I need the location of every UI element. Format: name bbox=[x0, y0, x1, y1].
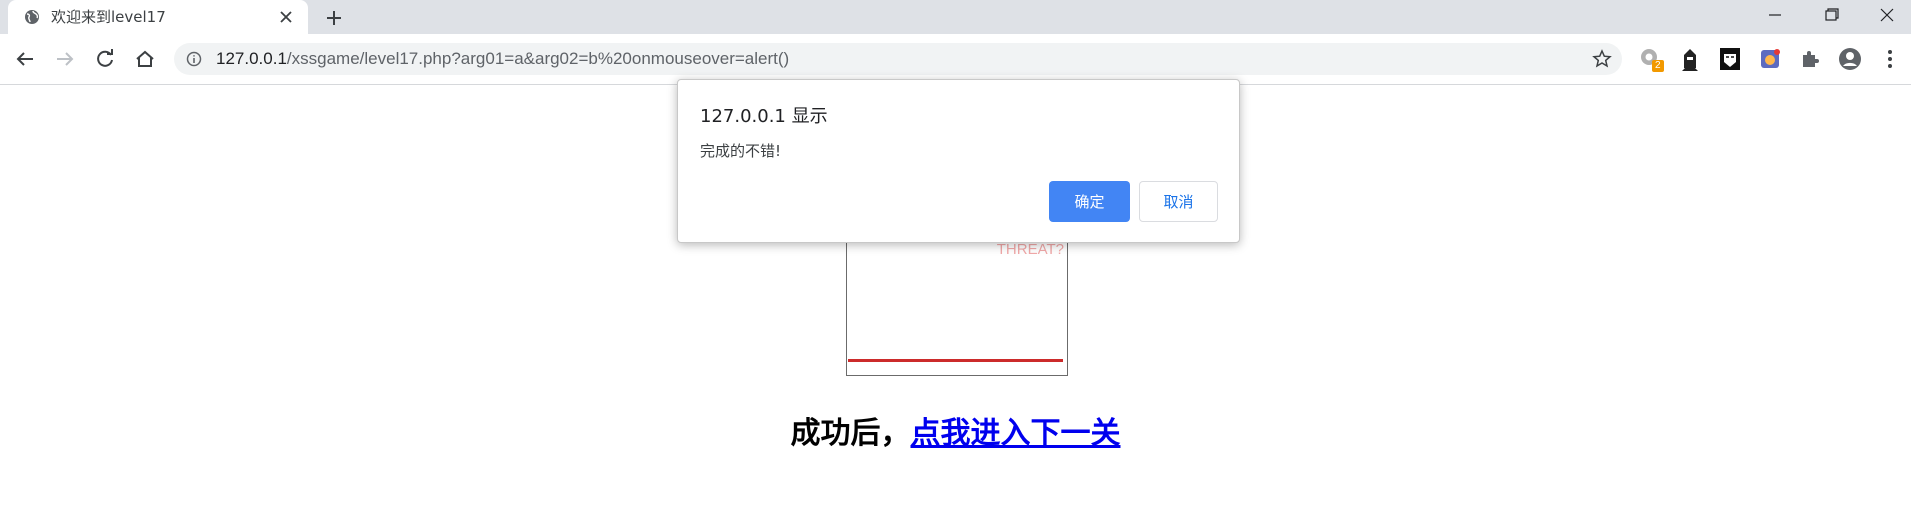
threat-text: THREAT? bbox=[996, 241, 1064, 258]
address-bar[interactable]: 127.0.0.1/xssgame/level17.php?arg01=a&ar… bbox=[174, 43, 1622, 75]
home-icon[interactable] bbox=[133, 47, 157, 71]
new-tab-icon[interactable] bbox=[322, 6, 346, 30]
back-icon[interactable] bbox=[13, 47, 37, 71]
dialog-title: 127.0.0.1 显示 bbox=[700, 106, 828, 127]
minimize-icon[interactable] bbox=[1760, 4, 1790, 26]
close-tab-icon[interactable] bbox=[276, 7, 296, 27]
dialog-cancel-button[interactable]: 取消 bbox=[1139, 181, 1218, 222]
tab-strip: 欢迎来到level17 bbox=[0, 0, 1911, 34]
url-text[interactable]: 127.0.0.1/xssgame/level17.php?arg01=a&ar… bbox=[216, 43, 789, 75]
url-host: 127.0.0.1 bbox=[216, 49, 287, 68]
forward-icon[interactable] bbox=[53, 47, 77, 71]
success-message: 成功后，点我进入下一关 bbox=[0, 408, 1911, 452]
more-menu-icon[interactable] bbox=[1877, 46, 1903, 72]
dialog-ok-button[interactable]: 确定 bbox=[1049, 181, 1130, 222]
browser-tab[interactable]: 欢迎来到level17 bbox=[8, 0, 308, 34]
red-line bbox=[848, 359, 1063, 362]
close-window-icon[interactable] bbox=[1872, 4, 1902, 26]
browser-toolbar: 127.0.0.1/xssgame/level17.php?arg01=a&ar… bbox=[0, 34, 1911, 85]
puzzle-extensions-icon[interactable] bbox=[1797, 46, 1823, 72]
mask-extension-icon[interactable] bbox=[1717, 46, 1743, 72]
extension-badge-icon[interactable]: 2 bbox=[1638, 46, 1664, 72]
url-path: /xssgame/level17.php?arg01=a&arg02=b%20o… bbox=[286, 49, 790, 68]
tab-title: 欢迎来到level17 bbox=[51, 8, 166, 26]
restore-icon[interactable] bbox=[1816, 4, 1846, 26]
success-prefix: 成功后， bbox=[790, 416, 911, 451]
bookmark-star-icon[interactable] bbox=[1592, 49, 1612, 69]
site-info-icon[interactable] bbox=[186, 51, 202, 67]
dialog-message: 完成的不错! bbox=[700, 142, 782, 160]
colorful-extension-icon[interactable] bbox=[1757, 46, 1783, 72]
extension-badge-count: 2 bbox=[1652, 60, 1664, 72]
hacker-extension-icon[interactable] bbox=[1677, 46, 1703, 72]
globe-icon bbox=[25, 10, 39, 24]
next-level-link[interactable]: 点我进入下一关 bbox=[911, 416, 1121, 451]
reload-icon[interactable] bbox=[93, 47, 117, 71]
embedded-flash-box[interactable]: THREAT? bbox=[846, 228, 1068, 376]
profile-avatar-icon[interactable] bbox=[1837, 46, 1863, 72]
alert-dialog: 127.0.0.1 显示 完成的不错! 确定 取消 bbox=[677, 79, 1240, 243]
